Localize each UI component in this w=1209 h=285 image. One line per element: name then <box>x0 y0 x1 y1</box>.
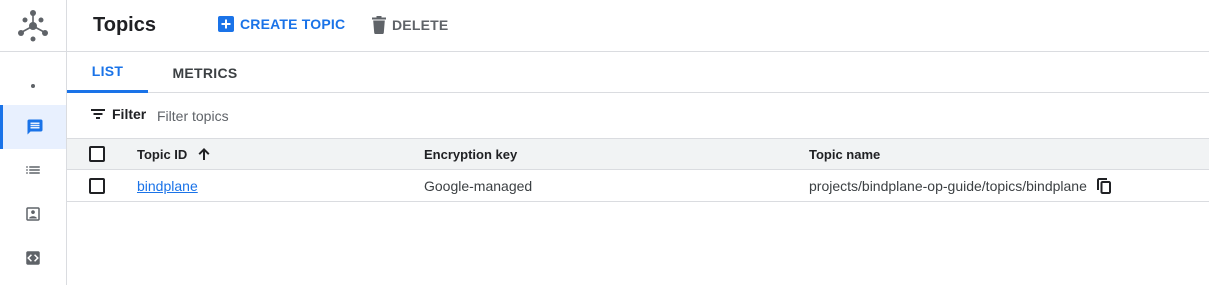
rail-item-topics[interactable] <box>0 105 66 149</box>
page-header: Topics CREATE TOPIC DELETE <box>67 0 1209 52</box>
page-title: Topics <box>93 14 156 36</box>
delete-label: DELETE <box>392 17 449 33</box>
tab-list[interactable]: LIST <box>67 52 148 93</box>
tab-metrics[interactable]: METRICS <box>162 52 248 93</box>
topics-icon <box>27 119 42 135</box>
table-row: bindplane Google-managed projects/bindpl… <box>67 170 1209 202</box>
create-topic-button[interactable]: CREATE TOPIC <box>218 16 345 32</box>
filter-label: Filter <box>112 106 147 122</box>
topic-name-value: projects/bindplane-op-guide/topics/bindp… <box>809 177 1087 194</box>
create-topic-label: CREATE TOPIC <box>240 16 346 32</box>
column-header-encryption-key[interactable]: Encryption key <box>424 139 517 169</box>
pubsub-logo-icon[interactable] <box>0 0 66 52</box>
column-header-topic-id[interactable]: Topic ID <box>137 139 211 169</box>
list-icon <box>26 166 40 174</box>
app: Topics CREATE TOPIC DELETE LIST METRICS <box>0 0 1209 285</box>
add-box-icon <box>218 16 234 32</box>
filter-button[interactable]: Filter <box>90 106 146 122</box>
rail-item-snapshots[interactable] <box>0 192 66 236</box>
column-header-topic-name[interactable]: Topic name <box>809 139 880 169</box>
table-header: Topic ID Encryption key Topic name <box>67 138 1209 170</box>
copy-icon[interactable] <box>1096 177 1111 194</box>
topic-name-cell: projects/bindplane-op-guide/topics/bindp… <box>809 170 1111 201</box>
code-icon <box>26 251 40 265</box>
row-select-cell <box>89 170 105 201</box>
topics-table: Topic ID Encryption key Topic name bindp… <box>67 138 1209 202</box>
topic-id-cell: bindplane <box>137 170 198 201</box>
topic-id-link[interactable]: bindplane <box>137 178 198 194</box>
column-label-topic-id: Topic ID <box>137 146 188 162</box>
rail-item-overview[interactable] <box>0 64 66 108</box>
row-checkbox[interactable] <box>89 177 105 194</box>
filter-bar: Filter <box>67 94 1209 138</box>
snapshot-icon <box>26 207 40 221</box>
tab-bar: LIST METRICS <box>67 52 1209 93</box>
filter-icon <box>91 109 105 119</box>
rail-item-schemas[interactable] <box>0 236 66 280</box>
select-all-cell <box>89 139 105 169</box>
rail-item-subscriptions[interactable] <box>0 148 66 192</box>
filter-input[interactable] <box>157 106 557 126</box>
select-all-checkbox[interactable] <box>89 146 105 162</box>
sort-arrow-up-icon[interactable] <box>197 147 211 161</box>
left-rail <box>0 0 67 285</box>
trash-icon <box>372 16 386 34</box>
delete-button[interactable]: DELETE <box>372 16 448 34</box>
dot-icon <box>31 84 35 88</box>
encryption-key-cell: Google-managed <box>424 177 533 194</box>
